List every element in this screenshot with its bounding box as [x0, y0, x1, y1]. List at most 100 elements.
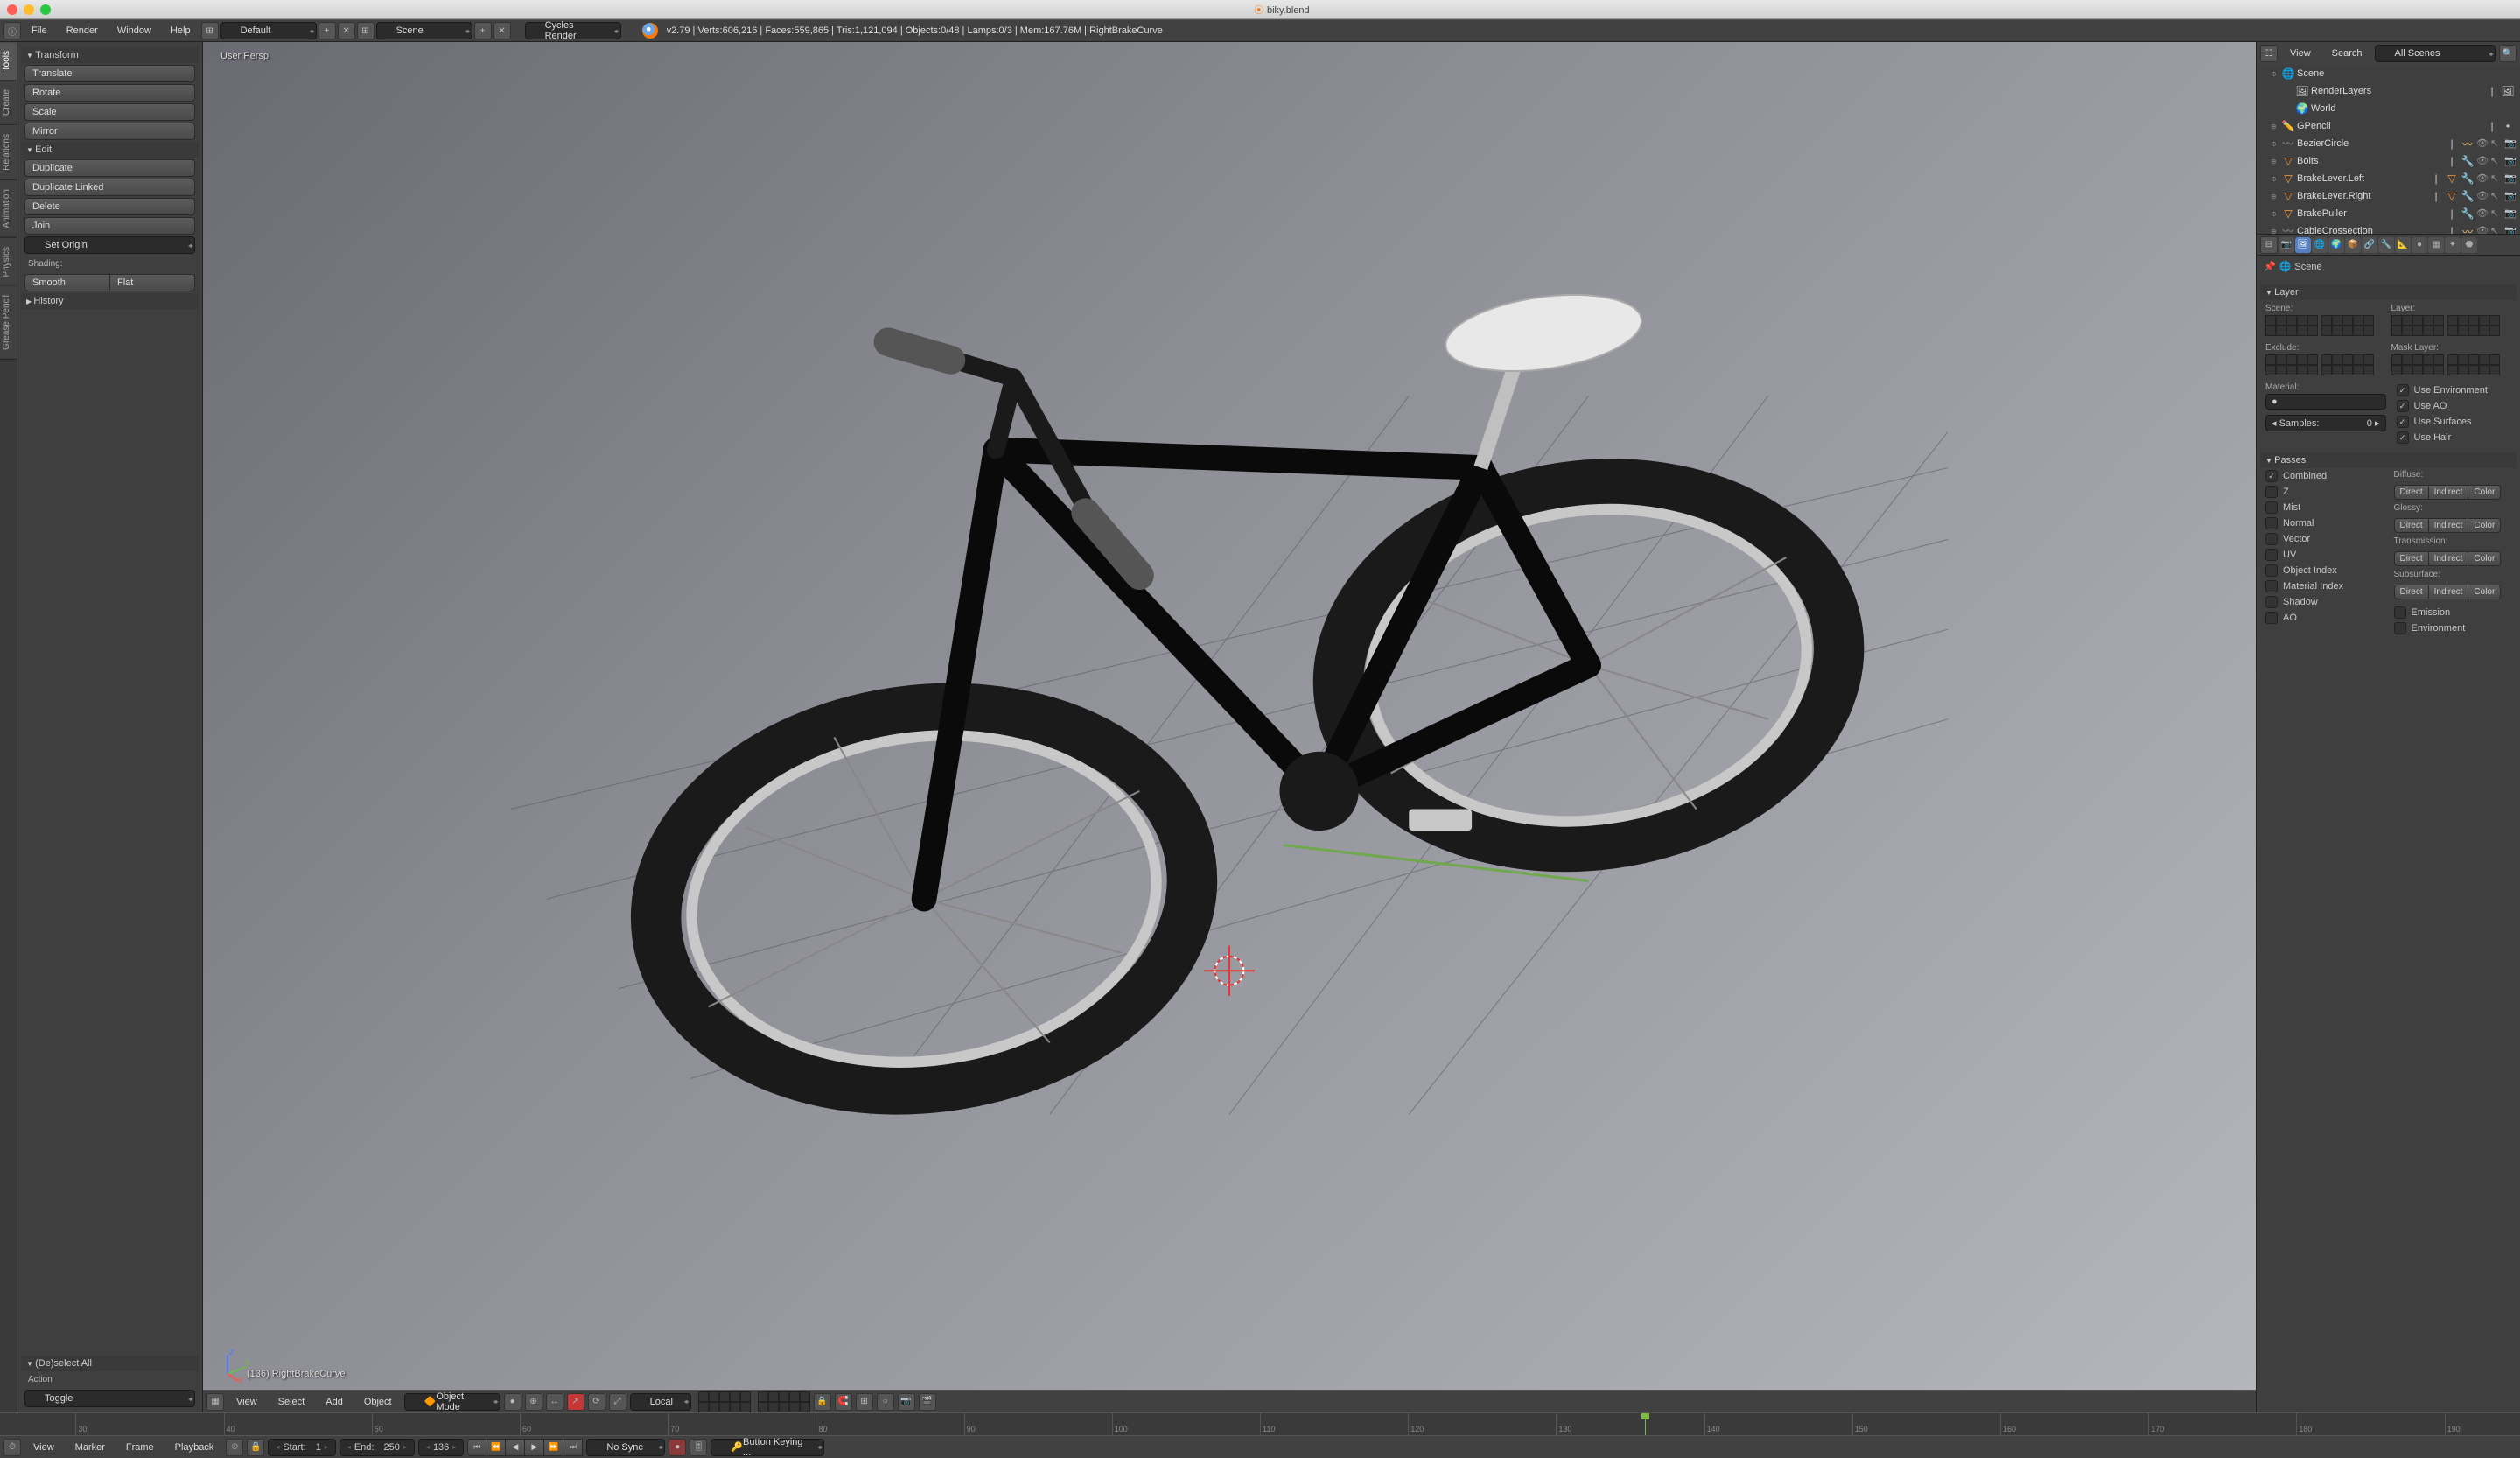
editor-type-timeline-icon[interactable]: ⏱ [4, 1439, 21, 1456]
mode-dropdown[interactable]: 🔶 Object Mode [404, 1393, 500, 1411]
duplicate-button[interactable]: Duplicate [24, 159, 195, 177]
use-preview-range-icon[interactable]: ⏲ [226, 1439, 243, 1456]
minimize-window-icon[interactable] [24, 4, 34, 15]
manip-rotate-icon[interactable]: ⟳ [588, 1393, 606, 1411]
vtab-create[interactable]: Create [0, 81, 17, 125]
autokey-icon[interactable]: ● [668, 1439, 686, 1456]
end-frame-field[interactable]: End: 250 [340, 1439, 415, 1456]
tab-scene-icon[interactable]: 🌐 [2312, 237, 2328, 253]
visibility-icon[interactable]: 👁 [2476, 225, 2488, 234]
expand-icon[interactable]: ⊕ [2271, 210, 2281, 218]
tree-item-beziercircle[interactable]: ⊕〰️BezierCircle|〰👁↖📷 [2257, 135, 2520, 152]
join-button[interactable]: Join [24, 217, 195, 235]
manip-translate-icon[interactable]: ↗ [567, 1393, 584, 1411]
tl-menu-playback[interactable]: Playback [166, 1440, 223, 1454]
vp-menu-select[interactable]: Select [270, 1395, 314, 1409]
editor-type-icon[interactable]: ⓘ [4, 22, 21, 39]
lock-camera-icon[interactable]: 🔒 [814, 1393, 831, 1411]
layer-buttons-b[interactable] [758, 1391, 810, 1412]
menu-file[interactable]: File [23, 24, 56, 38]
play-reverse-icon[interactable]: ◀ [506, 1439, 525, 1456]
selectable-icon[interactable]: ↖ [2490, 137, 2502, 150]
pass-matidx-check[interactable] [2265, 580, 2278, 592]
tree-item-scene[interactable]: ⊕🌐Scene [2257, 65, 2520, 82]
pass-ao-check[interactable] [2265, 612, 2278, 624]
tl-menu-frame[interactable]: Frame [117, 1440, 163, 1454]
use-environment-check[interactable] [2397, 384, 2409, 396]
play-icon[interactable]: ▶ [525, 1439, 544, 1456]
keyframe-next-icon[interactable]: ⏩ [544, 1439, 564, 1456]
shade-flat-button[interactable]: Flat [110, 274, 195, 291]
screen-layout-dropdown[interactable]: Default [220, 22, 317, 39]
exclude-layers-a[interactable] [2265, 354, 2318, 375]
start-frame-field[interactable]: Start: 1 [268, 1439, 336, 1456]
pass-uv-check[interactable] [2265, 549, 2278, 561]
visibility-icon[interactable]: 👁 [2476, 190, 2488, 202]
panel-edit-header[interactable]: Edit [21, 142, 199, 158]
layer-layers-b[interactable] [2447, 315, 2500, 336]
menu-help[interactable]: Help [162, 24, 200, 38]
timeline-ruler-area[interactable]: 3040506070809010011012013014015016017018… [0, 1412, 2520, 1435]
pass-normal-check[interactable] [2265, 517, 2278, 529]
expand-icon[interactable]: ⊕ [2271, 140, 2281, 148]
renderable-icon[interactable]: 📷 [2504, 207, 2516, 220]
vtab-grease-pencil[interactable]: Grease Pencil [0, 286, 17, 360]
pass-z-check[interactable] [2265, 486, 2278, 498]
outliner-tree[interactable]: ⊕🌐Scene🖼RenderLayers|🖼🌍World⊕✏️GPencil|•… [2257, 65, 2520, 234]
tab-particles-icon[interactable]: ✦ [2445, 237, 2460, 253]
section-passes-header[interactable]: Passes [2260, 452, 2516, 468]
tree-item-brakelever-left[interactable]: ⊕▽BrakeLever.Left|▽🔧👁↖📷 [2257, 170, 2520, 187]
material-override-field[interactable]: ● [2265, 394, 2386, 410]
lock-time-icon[interactable]: 🔒 [247, 1439, 264, 1456]
exclude-layers-b[interactable] [2321, 354, 2374, 375]
vp-menu-view[interactable]: View [228, 1395, 266, 1409]
set-origin-dropdown[interactable]: Set Origin [24, 236, 195, 254]
vtab-tools[interactable]: Tools [0, 42, 17, 81]
renderable-icon[interactable]: 📷 [2504, 137, 2516, 150]
rotate-button[interactable]: Rotate [24, 84, 195, 102]
opengl-render-icon[interactable]: 📷 [898, 1393, 915, 1411]
panel-deselect-header[interactable]: (De)select All [21, 1356, 199, 1371]
menu-window[interactable]: Window [108, 24, 160, 38]
manip-scale-icon[interactable]: ⤢ [609, 1393, 626, 1411]
vp-menu-object[interactable]: Object [355, 1395, 401, 1409]
renderable-icon[interactable]: 📷 [2504, 190, 2516, 202]
outliner-search-icon[interactable]: 🔍 [2499, 45, 2516, 62]
use-surfaces-check[interactable] [2397, 416, 2409, 428]
tree-item-world[interactable]: 🌍World [2257, 100, 2520, 117]
playhead[interactable] [1645, 1413, 1646, 1435]
renderable-icon[interactable]: 📷 [2504, 172, 2516, 185]
tree-item-brakepuller[interactable]: ⊕▽BrakePuller|🔧👁↖📷 [2257, 205, 2520, 222]
editor-type-properties-icon[interactable]: ⊟ [2260, 236, 2278, 254]
render-engine-dropdown[interactable]: Cycles Render [525, 22, 621, 39]
opengl-anim-icon[interactable]: 🎬 [919, 1393, 936, 1411]
tab-object-icon[interactable]: 📦 [2345, 237, 2361, 253]
tab-modifiers-icon[interactable]: 🔧 [2378, 237, 2394, 253]
duplicate-linked-button[interactable]: Duplicate Linked [24, 179, 195, 196]
tab-world-icon[interactable]: 🌍 [2328, 237, 2344, 253]
layout-add-icon[interactable]: + [318, 22, 336, 39]
translate-button[interactable]: Translate [24, 65, 195, 82]
expand-icon[interactable]: ⊕ [2271, 228, 2281, 235]
scale-button[interactable]: Scale [24, 103, 195, 121]
snap-icon[interactable]: 🧲 [835, 1393, 852, 1411]
jump-end-icon[interactable]: ⏭ [564, 1439, 583, 1456]
vtab-animation[interactable]: Animation [0, 180, 17, 237]
tree-item-gpencil[interactable]: ⊕✏️GPencil|• [2257, 117, 2520, 135]
pin-icon[interactable]: 📌 [2264, 261, 2276, 272]
scene-layers-b[interactable] [2321, 315, 2374, 336]
vp-menu-add[interactable]: Add [317, 1395, 352, 1409]
tab-render-icon[interactable]: 📷 [2278, 237, 2294, 253]
close-window-icon[interactable] [7, 4, 18, 15]
vtab-physics[interactable]: Physics [0, 238, 17, 286]
tl-menu-marker[interactable]: Marker [66, 1440, 114, 1454]
manipulator-icon[interactable]: ↔ [546, 1393, 564, 1411]
mirror-button[interactable]: Mirror [24, 123, 195, 140]
mask-layers-a[interactable] [2391, 354, 2444, 375]
layer-buttons[interactable] [698, 1391, 751, 1412]
snap-type-icon[interactable]: ⊞ [856, 1393, 873, 1411]
samples-field[interactable]: ◂ Samples:0 ▸ [2265, 415, 2386, 431]
tree-item-brakelever-right[interactable]: ⊕▽BrakeLever.Right|▽🔧👁↖📷 [2257, 187, 2520, 205]
pass-objidx-check[interactable] [2265, 564, 2278, 577]
delete-button[interactable]: Delete [24, 198, 195, 215]
